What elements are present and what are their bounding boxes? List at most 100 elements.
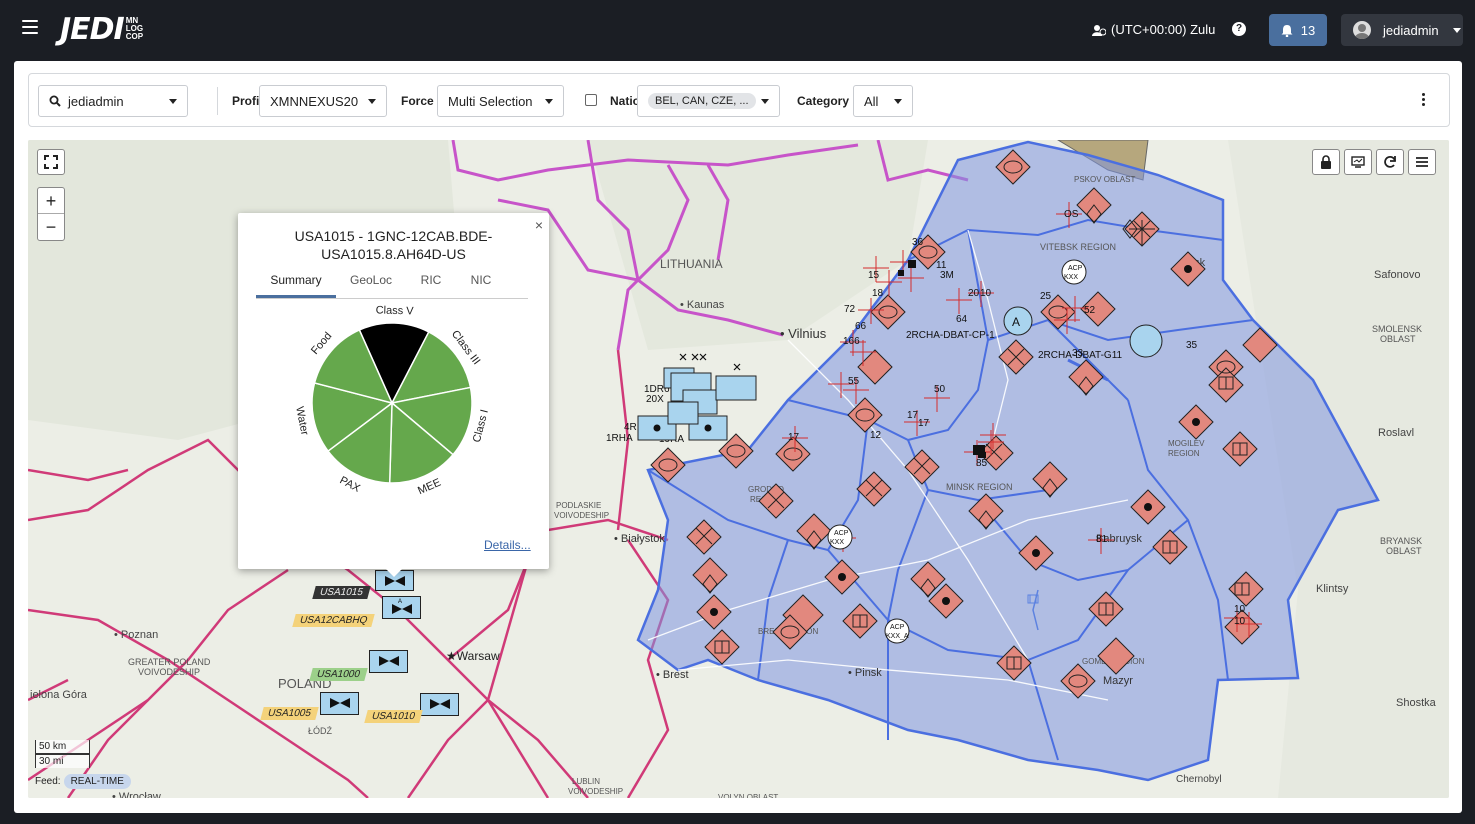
place-label: PSKOV OBLAST (1074, 175, 1135, 184)
feed-badge[interactable]: REAL-TIME (63, 774, 131, 789)
username-label: jediadmin (1383, 22, 1439, 38)
place-label: OBLAST (1380, 334, 1416, 344)
user-menu-button[interactable]: jediadmin (1341, 14, 1463, 46)
app-logo[interactable]: JEDI MN LOG COP (60, 11, 144, 47)
place-label: • Vilnius (780, 326, 827, 341)
svg-text:17: 17 (907, 410, 919, 421)
nation-checkbox[interactable] (585, 94, 597, 106)
place-label: VOIVODESHIP (138, 667, 200, 677)
svg-text:10: 10 (1234, 616, 1246, 627)
unit-tag[interactable]: USA12CABHQ (292, 614, 375, 627)
chevron-down-icon (761, 98, 769, 104)
svg-text:17: 17 (918, 418, 930, 429)
place-label: Mazyr (1103, 675, 1133, 687)
filter-bar: jediadmin Profile XMNNEXUS20 Force Multi… (28, 73, 1450, 127)
place-label: • Wrocław (112, 791, 161, 798)
layers-menu-button[interactable] (1408, 149, 1436, 175)
lock-icon (1321, 155, 1331, 169)
notification-count: 13 (1300, 22, 1316, 38)
menu-icon[interactable] (22, 20, 38, 36)
refresh-button[interactable] (1376, 149, 1404, 175)
feed-label: Feed: (35, 776, 61, 787)
place-label: • Brest (656, 669, 689, 681)
tab-nic[interactable]: NIC (456, 271, 506, 298)
unit-tag[interactable]: USA1010 (364, 710, 423, 723)
svg-text:52: 52 (1084, 305, 1096, 316)
unit-tag[interactable]: USA1000 (309, 668, 368, 681)
chevron-down-icon (368, 98, 376, 104)
notifications-button[interactable]: 13 (1269, 14, 1327, 46)
avatar (1353, 21, 1371, 39)
divider (217, 87, 218, 115)
place-label: MINSK REGION (946, 482, 1013, 492)
svg-text:50: 50 (934, 384, 946, 395)
chevron-down-icon (1453, 27, 1461, 33)
tab-geoloc[interactable]: GeoLoc (336, 271, 406, 298)
place-label: Klintsy (1316, 583, 1349, 595)
place-label: VOLYN OBLAST (718, 793, 778, 798)
svg-text:A: A (398, 599, 402, 605)
user-select[interactable]: jediadmin (38, 85, 188, 117)
place-label: REGION (1168, 449, 1200, 458)
svg-text:ACP: ACP (890, 624, 905, 631)
zoom-out-button[interactable]: − (38, 214, 64, 240)
svg-text:17: 17 (788, 432, 800, 443)
details-link[interactable]: Details... (484, 538, 531, 552)
unit-marker[interactable] (320, 692, 360, 721)
user-select-value: jediadmin (68, 93, 124, 109)
pie-label: Class I (471, 408, 491, 444)
svg-text:ACP: ACP (1068, 265, 1083, 272)
fullscreen-button[interactable] (37, 149, 65, 175)
unit-marker[interactable] (369, 650, 409, 679)
svg-text:85: 85 (976, 458, 988, 469)
unit-tag[interactable]: USA1005 (260, 707, 319, 720)
tab-ric[interactable]: RIC (406, 271, 456, 298)
chevron-down-icon (169, 98, 177, 104)
pie-label: PAX (338, 474, 363, 495)
place-label: ŁÓDŹ (308, 726, 333, 736)
help-icon[interactable]: ? (1232, 22, 1246, 36)
place-label: Safonovo (1374, 269, 1420, 281)
tab-summary[interactable]: Summary (256, 271, 336, 298)
unit-tag[interactable]: USA1015 (312, 586, 371, 599)
place-label: Roslavl (1378, 427, 1414, 439)
place-label: • Kaunas (680, 299, 725, 311)
chevron-down-icon (894, 98, 902, 104)
svg-text:20: 20 (968, 288, 980, 299)
nation-chip: BEL, CAN, CZE, ... (648, 93, 756, 109)
svg-text:66: 66 (855, 321, 867, 332)
place-label: Shostka (1396, 697, 1437, 709)
svg-text:36: 36 (912, 237, 924, 248)
svg-text:72: 72 (844, 304, 856, 315)
place-label: ielona Góra (30, 689, 88, 701)
logo-text: JEDI (60, 11, 125, 47)
svg-text:2RCHA-DBAT-CP-1: 2RCHA-DBAT-CP-1 (906, 330, 995, 341)
close-icon[interactable]: × (535, 217, 543, 233)
unit-marker[interactable] (420, 693, 460, 722)
svg-text:55: 55 (848, 376, 860, 387)
unit-marker[interactable]: A (382, 596, 422, 625)
place-label: PODLASKIE (556, 501, 601, 510)
svg-text:25: 25 (1040, 291, 1052, 302)
category-select[interactable]: All (853, 85, 913, 117)
zoom-in-button[interactable]: + (38, 188, 64, 214)
force-label: Force (401, 94, 434, 108)
lock-button[interactable] (1312, 149, 1340, 175)
svg-text:KXX_A: KXX_A (886, 633, 909, 640)
profile-select-value: XMNNEXUS20 (270, 93, 359, 109)
category-select-value: All (864, 93, 879, 109)
profile-select[interactable]: XMNNEXUS20 (259, 85, 387, 117)
place-label: MOGILEV (1168, 439, 1205, 448)
more-options-icon[interactable] (1422, 93, 1426, 108)
svg-text:ACP: ACP (834, 530, 849, 537)
place-label: BRYANSK (1380, 536, 1422, 546)
pie-label: MEE (416, 477, 443, 498)
svg-text:10: 10 (980, 288, 992, 299)
screen-button[interactable] (1344, 149, 1372, 175)
nation-select[interactable]: BEL, CAN, CZE, ... (637, 85, 780, 117)
force-select[interactable]: Multi Selection (437, 85, 564, 117)
pie-label: Class V (376, 304, 415, 317)
timezone-button[interactable]: (UTC+00:00) Zulu (1092, 22, 1215, 37)
svg-text:A: A (1012, 315, 1020, 329)
zoom-control: + − (37, 187, 65, 241)
